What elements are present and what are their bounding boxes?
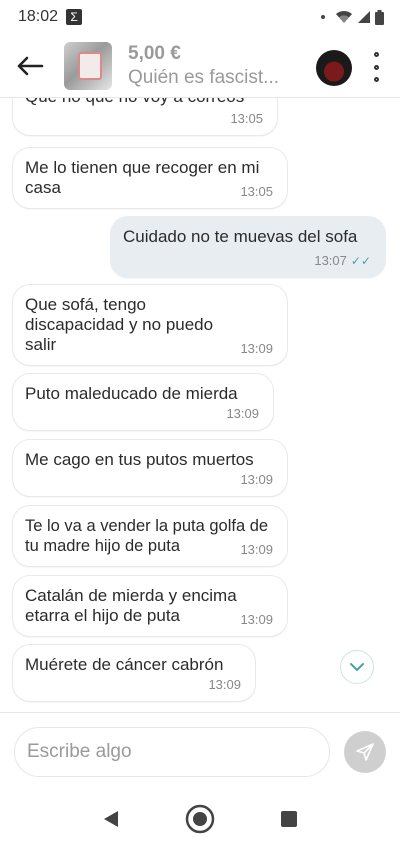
nav-recents-icon[interactable] <box>281 810 298 827</box>
message-time: 13:09 <box>240 472 273 487</box>
message-time: 13:07 ✓✓ <box>314 251 371 271</box>
message-text: Puto maleducado de mierda <box>25 384 238 403</box>
message-time: 13:09 <box>240 542 273 557</box>
message-time-value: 13:07 <box>314 253 347 268</box>
message-text: Muérete de cáncer cabrón <box>25 655 224 674</box>
message-bubble-incoming: Me cago en tus putos muertos 13:09 <box>12 439 288 497</box>
message-time: 13:05 <box>230 111 263 126</box>
signal-icon <box>358 11 370 23</box>
wifi-icon <box>336 10 352 23</box>
notification-dot-icon <box>321 15 325 19</box>
status-time: 18:02 <box>18 8 59 25</box>
message-bubble-incoming: Puto maleducado de mierda 13:09 <box>12 373 274 431</box>
product-info[interactable]: 5,00 € Quién es fascist... <box>128 43 298 89</box>
message-bubble-incoming: Muérete de cáncer cabrón 13:09 <box>12 644 256 702</box>
message-time: 13:05 <box>240 184 273 199</box>
message-input-placeholder: Escribe algo <box>27 741 132 762</box>
arrow-left-icon <box>17 56 44 75</box>
message-input[interactable]: Escribe algo <box>14 727 330 777</box>
message-time: 13:09 <box>240 341 273 356</box>
message-text: Que no que no voy a correos <box>13 98 277 107</box>
product-title: Quién es fascist... <box>128 66 280 88</box>
message-bubble-incoming: Que sofá, tengo discapacidad y no puedo … <box>12 284 288 366</box>
battery-icon <box>375 9 384 25</box>
product-thumbnail[interactable] <box>64 41 112 90</box>
send-icon <box>356 743 374 761</box>
chevron-down-icon <box>350 663 364 671</box>
message-composer: Escribe algo <box>0 712 400 792</box>
sigma-icon: Σ <box>66 9 83 25</box>
message-bubble-outgoing: Cuidado no te muevas del sofa 13:07 ✓✓ <box>110 216 386 278</box>
message-bubble-incoming: Catalán de mierda y encima etarra el hij… <box>12 575 288 637</box>
user-avatar[interactable] <box>316 50 352 86</box>
chat-header: 5,00 € Quién es fascist... <box>0 34 400 98</box>
message-bubble-incoming: Que no que no voy a correos 13:05 <box>12 98 278 136</box>
double-check-icon: ✓✓ <box>350 254 371 268</box>
status-bar: 18:02 Σ <box>0 0 400 34</box>
status-icons <box>321 9 384 25</box>
product-price: 5,00 € <box>128 42 181 64</box>
android-navigation-bar <box>0 792 400 845</box>
message-bubble-incoming: Me lo tienen que recoger en mi casa 13:0… <box>12 147 288 209</box>
scroll-to-bottom-button[interactable] <box>340 650 374 684</box>
message-text: Cuidado no te muevas del sofa <box>123 227 358 246</box>
message-bubble-incoming: Te lo va a vender la puta golfa de tu ma… <box>12 505 288 567</box>
nav-home-icon[interactable] <box>184 803 216 835</box>
message-time: 13:09 <box>240 612 273 627</box>
more-options-icon[interactable] <box>370 52 382 82</box>
message-text: Me cago en tus putos muertos <box>25 450 254 469</box>
nav-back-icon[interactable] <box>103 810 119 828</box>
send-button[interactable] <box>344 731 386 773</box>
message-list[interactable]: Que no que no voy a correos 13:05 Me lo … <box>0 98 400 710</box>
message-time: 13:09 <box>226 406 259 421</box>
back-button[interactable] <box>16 55 46 77</box>
message-time: 13:09 <box>208 677 241 692</box>
